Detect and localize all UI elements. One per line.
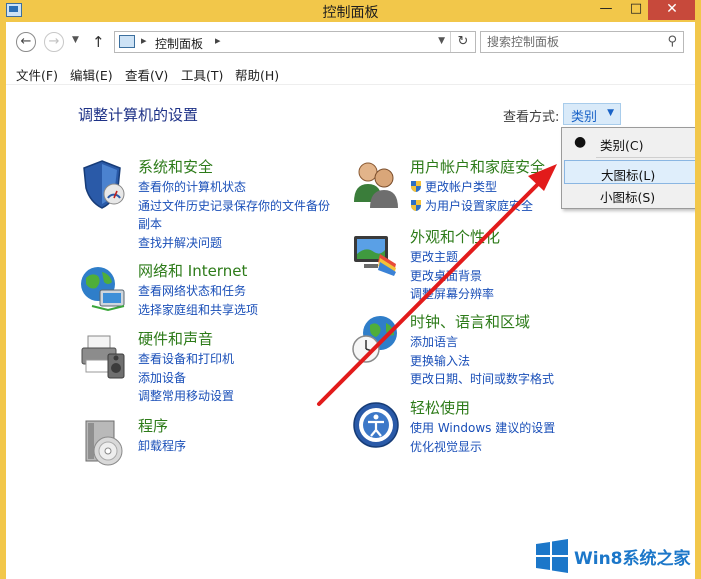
control-panel-window: 控制面板 — □ ✕ ← → ▼ ↑ ▸ 控制面板 ▸ ▼ ↻ ⚲ 文件(F) … bbox=[6, 0, 695, 579]
watermark-text: Win8系统之家 bbox=[574, 549, 691, 569]
windows-logo-icon bbox=[536, 539, 568, 573]
annotation-arrow bbox=[317, 164, 557, 406]
watermark: Win8系统之家 bbox=[532, 537, 697, 575]
